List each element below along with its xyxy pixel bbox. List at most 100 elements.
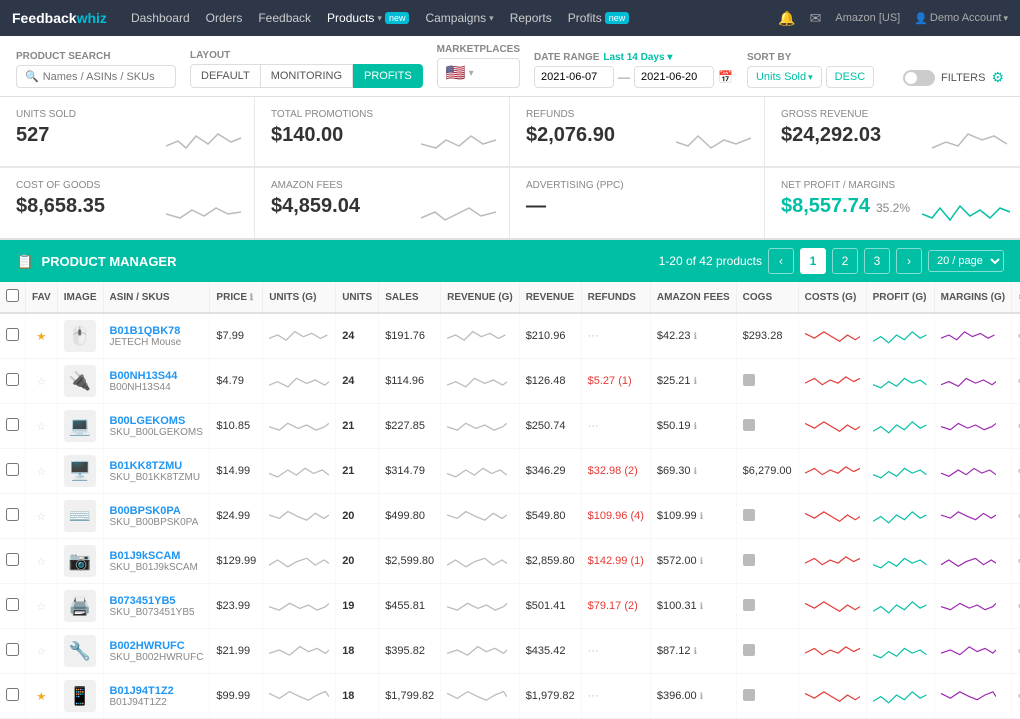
row-fav[interactable]: ★ bbox=[26, 313, 58, 359]
per-page-select[interactable]: 20 / page 50 / page bbox=[928, 250, 1004, 272]
row-price: $99.99 bbox=[210, 674, 263, 719]
col-price-header[interactable]: PRICE ℹ bbox=[210, 282, 263, 313]
mail-icon[interactable]: ✉ bbox=[810, 10, 822, 27]
row-revenue: $435.42 bbox=[519, 629, 581, 674]
layout-buttons: DEFAULT MONITORING PROFITS bbox=[190, 64, 423, 88]
table-row: ☆ ⌨️ B00BPSK0PA SKU_B00BPSK0PA $24.99 20… bbox=[0, 494, 1020, 539]
row-edit[interactable]: ✏ bbox=[1012, 449, 1020, 494]
row-fav[interactable]: ☆ bbox=[26, 449, 58, 494]
col-refunds-header[interactable]: REFUNDS bbox=[581, 282, 650, 313]
row-sales: $191.76 bbox=[379, 313, 441, 359]
page-2-btn[interactable]: 2 bbox=[832, 248, 858, 274]
col-check-header[interactable] bbox=[0, 282, 26, 313]
bell-icon[interactable]: 🔔 bbox=[778, 10, 795, 27]
filters-toggle-switch[interactable] bbox=[903, 70, 935, 86]
row-check[interactable] bbox=[0, 539, 26, 584]
select-all-checkbox[interactable] bbox=[6, 289, 19, 302]
sort-field-btn[interactable]: Units Sold▾ bbox=[747, 66, 822, 88]
row-check[interactable] bbox=[0, 584, 26, 629]
logo: Feedbackwhiz bbox=[12, 10, 107, 26]
col-revenue-header[interactable]: REVENUE bbox=[519, 282, 581, 313]
col-gear-header[interactable]: ⚙ bbox=[1012, 282, 1020, 313]
nav-dashboard[interactable]: Dashboard bbox=[131, 11, 190, 25]
nav-reports[interactable]: Reports bbox=[510, 11, 552, 25]
row-fav[interactable]: ☆ bbox=[26, 629, 58, 674]
search-input[interactable] bbox=[43, 71, 163, 83]
row-units: 24 bbox=[336, 313, 379, 359]
net-profit-label: NET PROFIT / MARGINS bbox=[781, 180, 1004, 191]
row-edit[interactable]: ✏ bbox=[1012, 539, 1020, 584]
row-sales: $395.82 bbox=[379, 629, 441, 674]
filters-gear-icon[interactable]: ⚙ bbox=[991, 69, 1004, 86]
col-margins-g-header[interactable]: MARGINS (G) bbox=[934, 282, 1011, 313]
row-check[interactable] bbox=[0, 629, 26, 674]
page-3-btn[interactable]: 3 bbox=[864, 248, 890, 274]
page-1-btn[interactable]: 1 bbox=[800, 248, 826, 274]
row-edit[interactable]: ✏ bbox=[1012, 494, 1020, 539]
date-to-input[interactable] bbox=[634, 66, 714, 88]
marketplaces-section: MARKETPLACES 🇺🇸▾ bbox=[437, 44, 520, 88]
row-edit[interactable]: ✏ bbox=[1012, 629, 1020, 674]
row-edit[interactable]: ✏ bbox=[1012, 674, 1020, 719]
row-costs-g bbox=[798, 494, 866, 539]
row-costs-g bbox=[798, 629, 866, 674]
col-amazon-fees-header[interactable]: AMAZON FEES bbox=[650, 282, 736, 313]
row-img: 💻 bbox=[57, 404, 103, 449]
calendar-icon[interactable]: 📅 bbox=[718, 70, 733, 84]
page-next-btn[interactable]: › bbox=[896, 248, 922, 274]
col-cogs-header[interactable]: COGS bbox=[736, 282, 798, 313]
page-prev-btn[interactable]: ‹ bbox=[768, 248, 794, 274]
row-revenue-g bbox=[441, 359, 520, 404]
row-asin: B00LGEKOMS SKU_B00LGEKOMS bbox=[103, 404, 210, 449]
nav-products[interactable]: Products▾new bbox=[327, 11, 409, 25]
layout-default-btn[interactable]: DEFAULT bbox=[190, 64, 261, 88]
col-units-g-header[interactable]: UNITS (G) bbox=[263, 282, 336, 313]
row-edit[interactable]: ✏ bbox=[1012, 359, 1020, 404]
row-check[interactable] bbox=[0, 494, 26, 539]
row-refunds: $32.98 (2) bbox=[581, 449, 650, 494]
amazon-fees-chart bbox=[421, 198, 501, 230]
summary-cogs: COST OF GOODS $8,658.35 bbox=[0, 168, 255, 238]
row-units-g bbox=[263, 539, 336, 584]
col-revenue-g-header[interactable]: REVENUE (G) bbox=[441, 282, 520, 313]
row-check[interactable] bbox=[0, 359, 26, 404]
row-fav[interactable]: ★ bbox=[26, 674, 58, 719]
nav-campaigns[interactable]: Campaigns▾ bbox=[425, 11, 493, 25]
layout-profits-btn[interactable]: PROFITS bbox=[353, 64, 423, 88]
row-fav[interactable]: ☆ bbox=[26, 494, 58, 539]
row-fav[interactable]: ☆ bbox=[26, 539, 58, 584]
nav-orders[interactable]: Orders bbox=[206, 11, 243, 25]
nav-feedback[interactable]: Feedback bbox=[258, 11, 311, 25]
row-sales: $114.96 bbox=[379, 359, 441, 404]
user-menu[interactable]: 👤Demo Account▾ bbox=[914, 12, 1008, 25]
marketplace-flag[interactable]: 🇺🇸▾ bbox=[437, 58, 520, 88]
date-preset-btn[interactable]: Last 14 Days ▾ bbox=[603, 52, 672, 63]
nav-profits[interactable]: Profitsnew bbox=[568, 11, 630, 25]
row-fav[interactable]: ☆ bbox=[26, 359, 58, 404]
row-units: 18 bbox=[336, 629, 379, 674]
col-units-header[interactable]: UNITS bbox=[336, 282, 379, 313]
row-edit[interactable]: ✏ bbox=[1012, 313, 1020, 359]
row-check[interactable] bbox=[0, 313, 26, 359]
row-fav[interactable]: ☆ bbox=[26, 404, 58, 449]
date-from-input[interactable] bbox=[534, 66, 614, 88]
row-asin: B01B1QBK78 JETECH Mouse bbox=[103, 313, 210, 359]
row-check[interactable] bbox=[0, 674, 26, 719]
col-asin-header[interactable]: ASIN / SKUS bbox=[103, 282, 210, 313]
date-range-section: DATE RANGE Last 14 Days ▾ — 📅 bbox=[534, 52, 733, 88]
layout-monitoring-btn[interactable]: MONITORING bbox=[261, 64, 353, 88]
refunds-chart bbox=[676, 126, 756, 158]
col-costs-g-header[interactable]: COSTS (G) bbox=[798, 282, 866, 313]
col-sales-header[interactable]: SALES bbox=[379, 282, 441, 313]
sort-dir-btn[interactable]: DESC bbox=[826, 66, 875, 88]
row-fav[interactable]: ☆ bbox=[26, 584, 58, 629]
row-check[interactable] bbox=[0, 449, 26, 494]
row-check[interactable] bbox=[0, 404, 26, 449]
row-margins-g bbox=[934, 359, 1011, 404]
row-revenue: $501.41 bbox=[519, 584, 581, 629]
row-edit[interactable]: ✏ bbox=[1012, 404, 1020, 449]
row-revenue-g bbox=[441, 539, 520, 584]
product-search-section: PRODUCT SEARCH 🔍 bbox=[16, 51, 176, 88]
row-edit[interactable]: ✏ bbox=[1012, 584, 1020, 629]
col-profit-g-header[interactable]: PROFIT (G) bbox=[866, 282, 934, 313]
